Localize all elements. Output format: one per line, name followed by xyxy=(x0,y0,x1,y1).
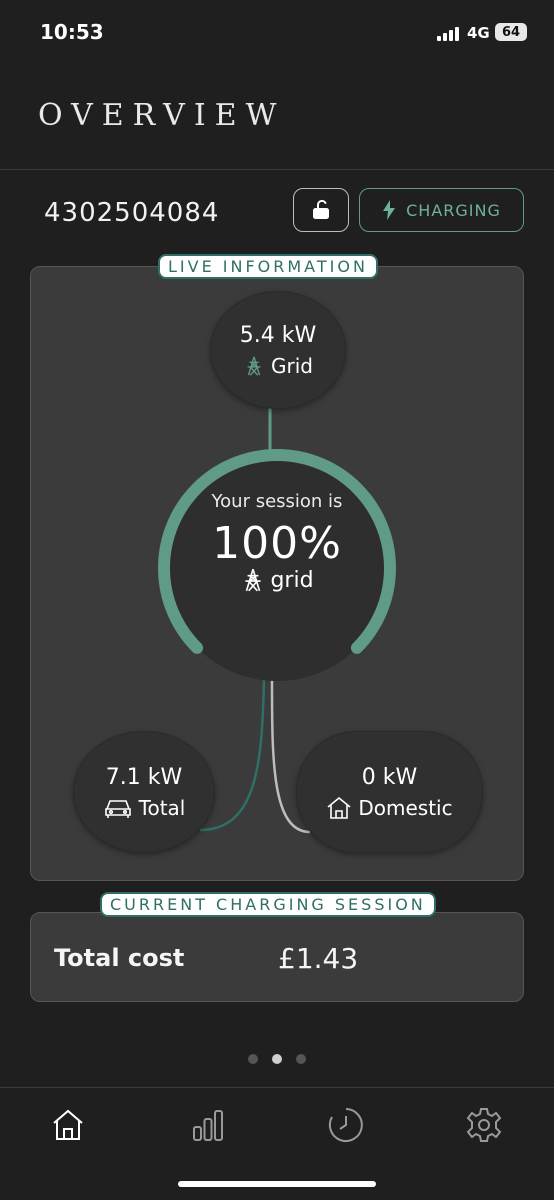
total-label: Total xyxy=(138,795,186,820)
grid-label: Grid xyxy=(271,353,313,378)
page-dot-1[interactable] xyxy=(248,1054,258,1064)
bar-chart-icon xyxy=(193,1110,223,1141)
page-dot-3[interactable] xyxy=(296,1054,306,1064)
tab-bar-divider xyxy=(0,1087,554,1088)
domestic-node: 0 kW Domestic xyxy=(296,731,483,853)
grid-node: 5.4 kW Grid xyxy=(210,291,346,409)
grid-label-row: Grid xyxy=(243,354,313,378)
session-progress-ring xyxy=(158,449,396,654)
page-dot-2[interactable] xyxy=(272,1054,282,1064)
tab-settings[interactable] xyxy=(462,1103,506,1147)
home-icon xyxy=(53,1109,83,1140)
total-cost-label: Total cost xyxy=(54,944,185,972)
tab-stats[interactable] xyxy=(186,1103,230,1147)
domestic-label: Domestic xyxy=(358,795,453,820)
home-indicator[interactable] xyxy=(178,1181,376,1187)
total-cost-value: £1.43 xyxy=(278,942,359,975)
house-icon xyxy=(327,796,351,819)
total-node: 7.1 kW Total xyxy=(73,731,215,853)
tab-history[interactable] xyxy=(324,1103,368,1147)
total-label-row: Total xyxy=(103,795,186,820)
grid-power-value: 5.4 kW xyxy=(239,322,317,348)
clock-icon xyxy=(328,1108,363,1142)
total-power-value: 7.1 kW xyxy=(105,764,183,790)
gear-icon xyxy=(466,1108,502,1142)
domestic-power-value: 0 kW xyxy=(361,764,418,790)
tab-home[interactable] xyxy=(46,1103,90,1147)
pylon-icon xyxy=(247,356,261,376)
current-session-tag: CURRENT CHARGING SESSION xyxy=(100,892,436,917)
domestic-label-row: Domestic xyxy=(326,795,453,820)
live-information-tag: LIVE INFORMATION xyxy=(158,254,378,279)
car-icon xyxy=(104,799,131,818)
